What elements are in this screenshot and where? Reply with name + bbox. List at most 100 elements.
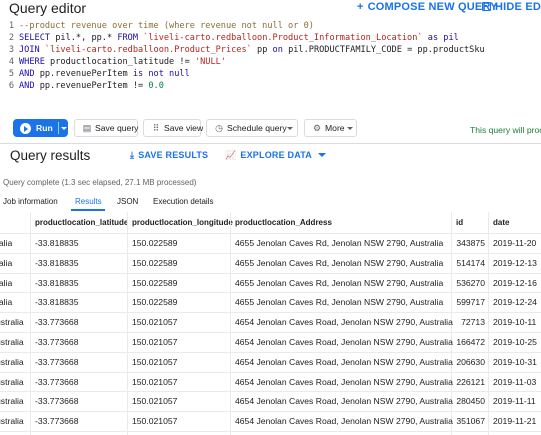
active-tab-indicator [71, 209, 105, 211]
more-button[interactable]: ⚙ More [304, 119, 357, 137]
code-text: --product revenue over time (where reven… [19, 20, 314, 32]
table-cell: 280450 [456, 396, 485, 407]
table-cell: ustralia [0, 376, 24, 387]
table-cell: ustralia [0, 337, 24, 347]
tab-results[interactable]: Results [75, 197, 102, 206]
tab-job-information[interactable]: Job information [3, 197, 58, 206]
save-view-button[interactable]: ⠿ Save view [143, 119, 204, 137]
table-cell: 4654 Jenolan Caves Road, Jenolan NSW 279… [235, 356, 453, 367]
hide-editor-button[interactable]: HIDE EDITO [482, 1, 541, 13]
code-token: pp.revenuePerItem != [34, 81, 149, 91]
code-text: AND pp.revenuePerItem != 0.0 [19, 80, 164, 92]
editor-title: Query editor [9, 0, 87, 16]
plus-icon: + [357, 1, 364, 13]
code-token: AND [19, 81, 35, 91]
table-cell: 226121 [456, 376, 485, 387]
save-query-button[interactable]: ▤ Save query [74, 119, 138, 137]
table-row[interactable]: ustralia-33.773668150.0210574654 Jenolan… [0, 431, 541, 435]
code-token: WHERE [19, 57, 45, 67]
column-header[interactable]: id [456, 212, 463, 233]
code-token: `liveli-carto.redballoon.Product_Prices` [39, 45, 252, 55]
code-token: `liveli-carto.redballoon.Product_Informa… [138, 33, 423, 43]
table-cell: 150.021057 [132, 396, 178, 407]
sql-code-editor[interactable]: 1 --product revenue over time (where reve… [0, 20, 541, 110]
tab-execution-details[interactable]: Execution details [153, 197, 213, 206]
table-row[interactable]: ralia -33.818835 150.022589 4655 Jenolan Ca… [0, 292, 541, 312]
chevron-down-icon [347, 127, 353, 130]
table-row[interactable]: ustralia-33.773668150.0210574654 Jenolan… [0, 411, 541, 431]
table-cell: 2019-12-13 [493, 257, 537, 268]
table-row[interactable]: ustralia-33.773668150.0210574654 Jenolan… [0, 332, 541, 352]
table-cell: 4655 Jenolan Caves Rd, Jenolan NSW 2790,… [235, 257, 444, 268]
table-cell: 2019-10-11 [493, 317, 537, 328]
table-cell: 4655 Jenolan Caves Rd, Jenolan NSW 2790,… [235, 277, 444, 288]
table-cell: 72713 [461, 317, 485, 328]
code-text: WHERE productlocation_latitude != 'NULL' [19, 56, 226, 68]
table-cell: 150.022589 [132, 238, 178, 248]
editor-header: Query editor +COMPOSE NEW QUERY HIDE EDI… [0, 0, 541, 16]
line-number: 1 [8, 21, 14, 31]
divider [0, 143, 541, 144]
run-dropdown-caret-icon[interactable] [61, 127, 67, 130]
compose-new-query-button[interactable]: + COMPOSE NEW QUERY [357, 1, 498, 13]
table-cell: -33.773668 [35, 396, 79, 407]
code-text: SELECT pil.*, pp.* FROM `liveli-carto.re… [19, 32, 459, 44]
chevron-down-icon [287, 127, 293, 130]
table-cell: ralia [0, 238, 13, 248]
table-row[interactable]: ralia -33.818835 150.022589 4655 Jenolan Ca… [0, 272, 541, 293]
table-cell: -33.818835 [35, 238, 79, 248]
save-results-button[interactable]: ⤓ SAVE RESULTS [130, 150, 208, 161]
line-number: 3 [8, 45, 14, 55]
code-token: pp [251, 45, 273, 55]
table-cell: ralia [0, 277, 13, 288]
run-button[interactable]: Run [13, 119, 68, 137]
more-label: More [325, 123, 345, 133]
table-row[interactable]: ustralia -33.773668 150.021057 4654 Jenolan… [0, 371, 541, 392]
table-cell: ustralia [0, 396, 24, 407]
view-icon: ⠿ [152, 123, 160, 133]
table-cell: 4654 Jenolan Caves Road, Jenolan NSW 279… [235, 376, 453, 387]
table-row[interactable]: ustralia-33.773668150.0210574654 Jenolan… [0, 391, 541, 411]
table-cell: 2019-12-16 [493, 277, 537, 288]
table-cell: 150.021057 [132, 376, 178, 387]
code-token: 0.0 [148, 81, 164, 91]
code-token: as pil [422, 33, 459, 43]
hide-panel-icon [482, 2, 491, 11]
table-cell: 4654 Jenolan Caves Road, Jenolan NSW 279… [235, 337, 453, 347]
column-header[interactable]: productlocation_latitude [35, 212, 128, 233]
save-view-label: Save view [164, 123, 204, 133]
table-cell: 150.022589 [132, 297, 178, 308]
explore-data-button[interactable]: 📈 EXPLORE DATA [225, 150, 326, 161]
code-token: AND [19, 69, 35, 79]
column-header[interactable]: productlocation_longitude [132, 212, 233, 233]
table-cell: -33.773668 [35, 376, 79, 387]
save-query-label: Save query [95, 123, 139, 133]
code-token: is not null [132, 69, 190, 79]
editor-toolbar: Run ▤ Save query ⠿ Save view ◷ Schedule … [0, 119, 541, 139]
column-header[interactable]: productlocation_Address [235, 212, 332, 233]
table-cell: 2019-10-25 [493, 337, 537, 347]
table-cell: -33.818835 [35, 297, 79, 308]
table-row[interactable]: ustralia-33.773668150.0210574654 Jenolan… [0, 351, 541, 372]
column-header[interactable]: date [493, 212, 509, 233]
line-number: 2 [8, 33, 14, 43]
code-token: pil.PRODUCTFAMILY_CODE = pp.productSku [282, 45, 485, 55]
table-row[interactable]: ralia -33.818835 150.022589 4655 Jenolan Ca… [0, 233, 541, 253]
table-cell: -33.773668 [35, 416, 79, 427]
chevron-down-icon [317, 153, 326, 157]
schedule-query-button[interactable]: ◷ Schedule query [206, 119, 298, 137]
line-number: 5 [8, 69, 14, 79]
table-cell: ustralia [0, 416, 24, 427]
run-separator [58, 122, 59, 134]
save-results-label: SAVE RESULTS [138, 150, 209, 160]
code-token: on [272, 45, 283, 55]
table-cell: -33.773668 [35, 356, 79, 367]
table-cell: 150.021057 [132, 317, 178, 328]
hide-label: HIDE EDITO [495, 1, 541, 13]
tab-json[interactable]: JSON [117, 197, 138, 206]
table-row[interactable]: ustralia-33.773668150.0210574654 Jenolan… [0, 312, 541, 332]
processing-estimate: This query will proce [470, 125, 541, 135]
table-cell: -33.773668 [35, 337, 79, 347]
table-cell: 4655 Jenolan Caves Rd, Jenolan NSW 2790,… [235, 297, 444, 308]
table-row[interactable]: ralia -33.818835 150.022589 4655 Jenolan Ca… [0, 252, 541, 273]
